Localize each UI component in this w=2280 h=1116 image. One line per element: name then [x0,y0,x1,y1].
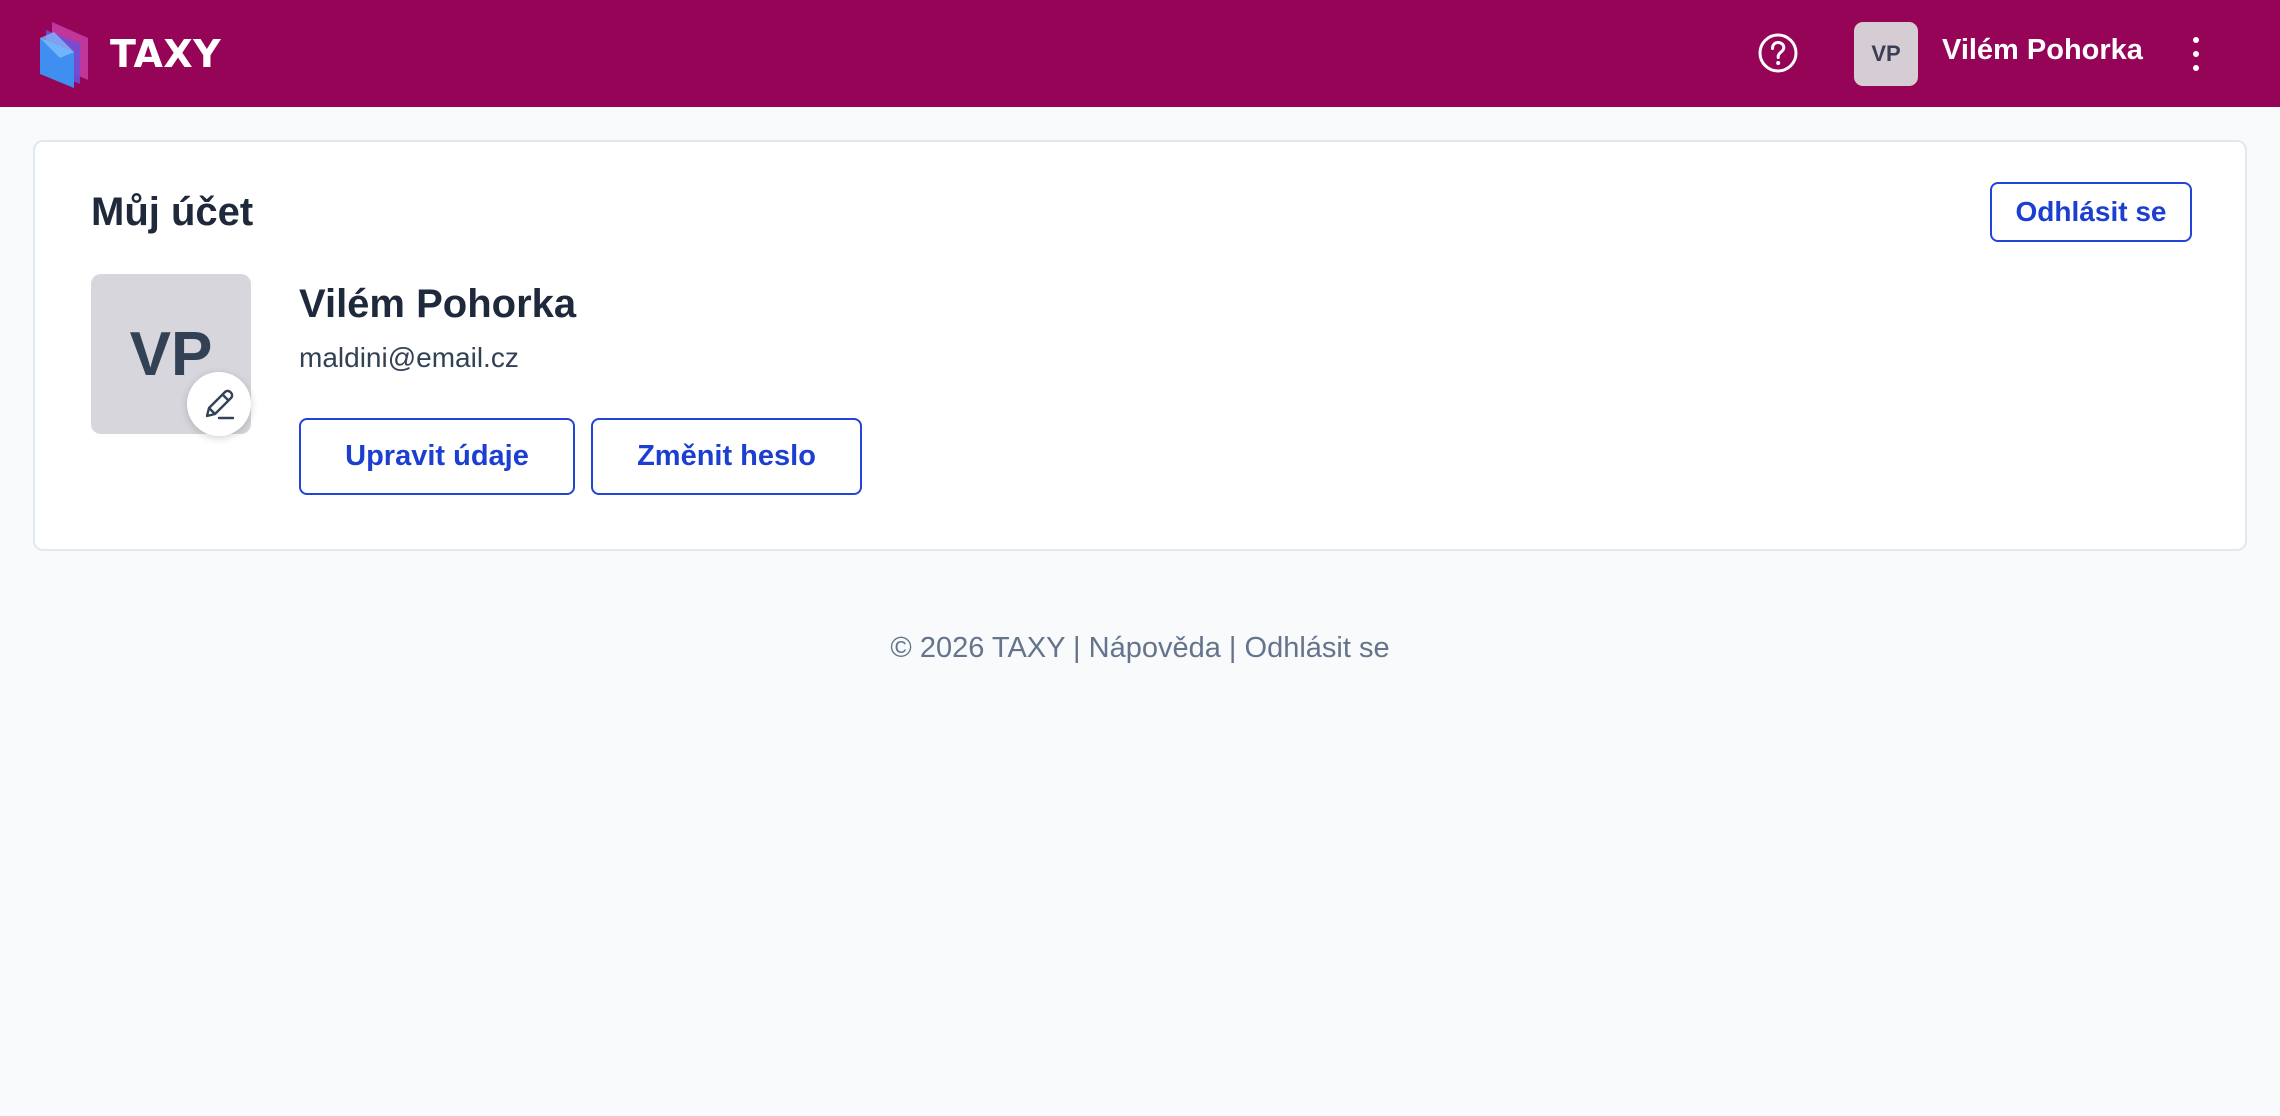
footer: © 2026 TAXY | Nápověda | Odhlásit se [0,632,2280,665]
page-title: Můj účet [91,190,254,234]
footer-help-link[interactable]: Nápověda [1089,632,1221,664]
logout-button[interactable]: Odhlásit se [1990,182,2192,242]
top-bar: TAXY VP Vilém Pohorka [0,0,2280,107]
edit-details-button[interactable]: Upravit údaje [299,418,575,495]
account-card: Můj účet Odhlásit se VP Vilém Pohorka ma… [33,140,2247,551]
kebab-dot [2193,51,2199,57]
footer-logout-link[interactable]: Odhlásit se [1245,632,1390,664]
header-avatar[interactable]: VP [1854,22,1918,86]
header-user-name[interactable]: Vilém Pohorka [1942,34,2143,67]
footer-separator: | [1073,632,1081,664]
profile-name: Vilém Pohorka [299,282,577,326]
edit-avatar-button[interactable] [187,372,251,436]
brand[interactable]: TAXY [38,20,221,88]
footer-separator: | [1228,632,1237,664]
kebab-menu-button[interactable] [2184,34,2208,74]
footer-copyright: © 2026 TAXY [890,632,1065,664]
question-circle-icon [1758,33,1798,73]
help-button[interactable] [1757,32,1799,74]
change-password-button[interactable]: Změnit heslo [591,418,862,495]
brand-name: TAXY [110,32,222,76]
pencil-icon [205,389,235,420]
profile-email: maldini@email.cz [299,342,519,373]
kebab-dot [2193,37,2199,43]
kebab-dot [2193,65,2199,71]
taxy-logo-icon [40,22,88,88]
